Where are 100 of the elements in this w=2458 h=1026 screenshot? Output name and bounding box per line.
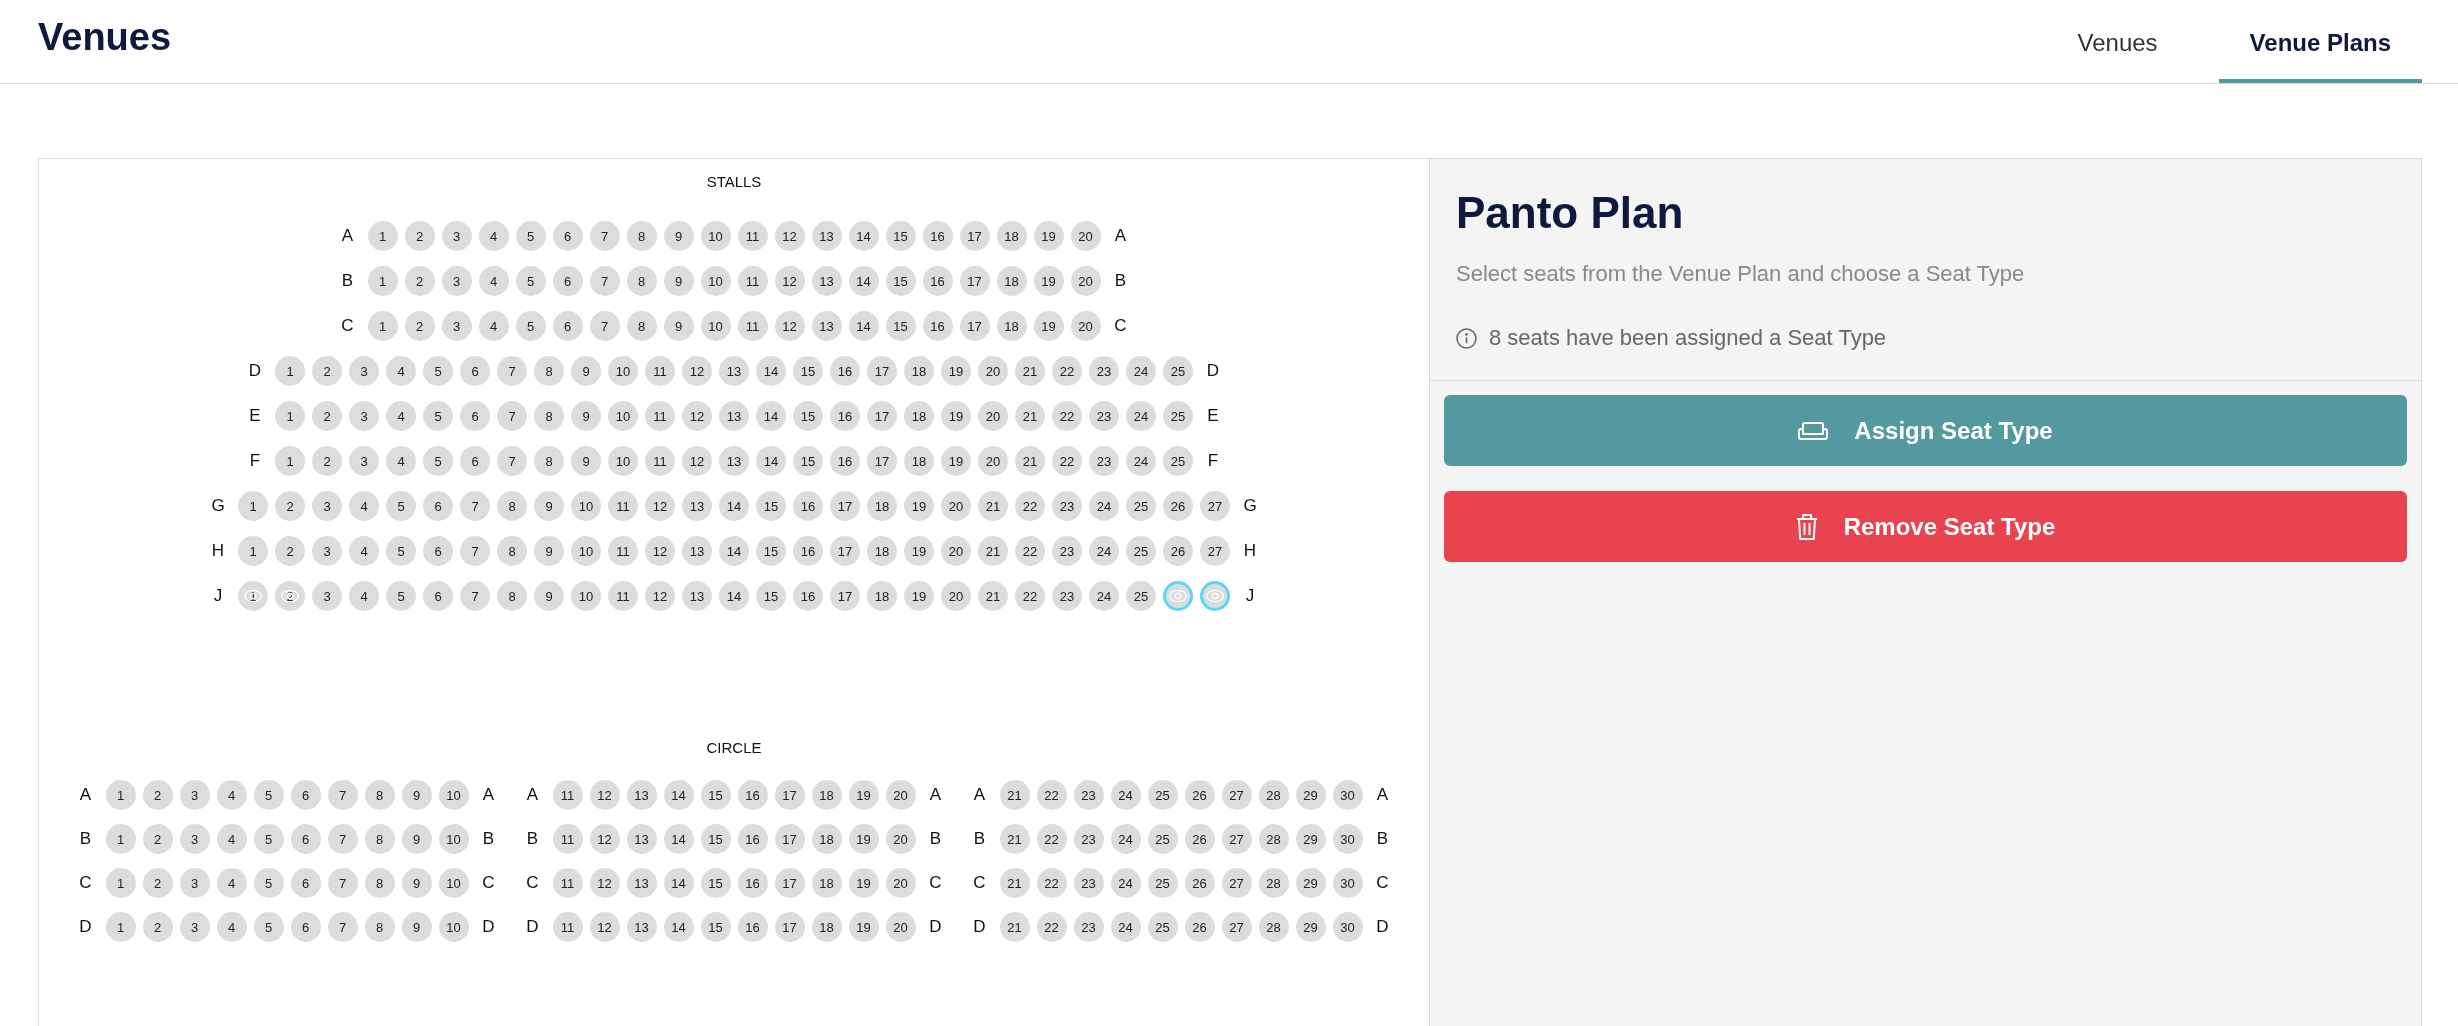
seat[interactable]: 4	[216, 912, 247, 942]
seat[interactable]: 25	[1126, 581, 1156, 611]
seat[interactable]: 29	[1295, 912, 1326, 942]
seat[interactable]: 5	[253, 912, 284, 942]
seat[interactable]: 26	[1163, 491, 1193, 521]
seat[interactable]: 22	[1036, 912, 1067, 942]
seat[interactable]: 19	[941, 446, 971, 476]
seat[interactable]: 3	[312, 536, 342, 566]
seat[interactable]: 23	[1089, 356, 1119, 386]
seat[interactable]: 1	[275, 356, 305, 386]
seat[interactable]: 16	[793, 536, 823, 566]
seat[interactable]: 23	[1052, 491, 1082, 521]
seat[interactable]: 10	[700, 266, 731, 296]
remove-seat-type-button[interactable]: Remove Seat Type	[1444, 491, 2407, 562]
seat[interactable]: 22	[1052, 401, 1082, 431]
seat[interactable]: 7	[589, 221, 620, 251]
seat[interactable]: 7	[327, 824, 358, 854]
seat[interactable]: 18	[811, 868, 842, 898]
seat[interactable]: 16	[922, 221, 953, 251]
seat[interactable]: 14	[663, 912, 694, 942]
seat[interactable]: 2	[275, 536, 305, 566]
seat[interactable]: 24	[1089, 491, 1119, 521]
seat[interactable]: 28	[1258, 824, 1289, 854]
seat[interactable]: 27	[1221, 780, 1252, 810]
seat[interactable]: 3	[349, 446, 379, 476]
seat[interactable]: 20	[941, 536, 971, 566]
seat[interactable]: 1	[105, 912, 136, 942]
seat[interactable]: 11	[737, 221, 768, 251]
seat[interactable]: 19	[848, 912, 879, 942]
seat[interactable]: 2	[312, 356, 342, 386]
seat[interactable]: 5	[253, 824, 284, 854]
seat[interactable]	[1200, 581, 1230, 611]
seat[interactable]: 4	[349, 491, 379, 521]
seat[interactable]: 18	[867, 536, 897, 566]
seat[interactable]: 26	[1163, 536, 1193, 566]
seat[interactable]: 15	[700, 868, 731, 898]
seat[interactable]: 18	[811, 912, 842, 942]
seat[interactable]: 9	[534, 536, 564, 566]
seat[interactable]: 4	[216, 868, 247, 898]
seat[interactable]: 6	[423, 491, 453, 521]
seat[interactable]: 13	[811, 311, 842, 341]
seat[interactable]: 12	[645, 581, 675, 611]
seat[interactable]: 14	[663, 868, 694, 898]
seat[interactable]: 12	[645, 536, 675, 566]
seat[interactable]: 7	[497, 356, 527, 386]
seat[interactable]: 20	[1070, 221, 1101, 251]
seat[interactable]: 7	[460, 491, 490, 521]
seat[interactable]: 24	[1110, 780, 1141, 810]
seat[interactable]: 23	[1073, 868, 1104, 898]
seat[interactable]: 1	[367, 266, 398, 296]
seat[interactable]: 24	[1126, 401, 1156, 431]
seat[interactable]: 30	[1332, 912, 1363, 942]
seat[interactable]: 9	[663, 221, 694, 251]
seat[interactable]: 17	[959, 221, 990, 251]
seat[interactable]: 7	[460, 536, 490, 566]
seat[interactable]: 9	[401, 780, 432, 810]
seat[interactable]: 27	[1200, 536, 1230, 566]
seat[interactable]: 2	[404, 311, 435, 341]
seat[interactable]: 11	[608, 581, 638, 611]
seat[interactable]: 8	[497, 581, 527, 611]
seat[interactable]: 19	[904, 581, 934, 611]
seat[interactable]: 21	[1015, 356, 1045, 386]
seat[interactable]: 19	[904, 536, 934, 566]
seat[interactable]: 25	[1163, 401, 1193, 431]
seat[interactable]: 6	[552, 221, 583, 251]
seat[interactable]: 17	[959, 266, 990, 296]
seat[interactable]: 13	[811, 266, 842, 296]
seat[interactable]: 5	[515, 266, 546, 296]
seat[interactable]: 12	[774, 266, 805, 296]
seat[interactable]: 1	[275, 446, 305, 476]
seat[interactable]: 9	[401, 912, 432, 942]
seat[interactable]: 14	[663, 780, 694, 810]
seat[interactable]: 9	[534, 581, 564, 611]
seat[interactable]: 16	[922, 266, 953, 296]
seat[interactable]: 9	[663, 266, 694, 296]
seat[interactable]: 11	[552, 912, 583, 942]
seat[interactable]: 3	[312, 581, 342, 611]
seat[interactable]: 7	[589, 311, 620, 341]
seat[interactable]: 6	[460, 446, 490, 476]
seat[interactable]: 16	[793, 581, 823, 611]
seat[interactable]: 10	[438, 780, 469, 810]
seat[interactable]: 17	[830, 491, 860, 521]
seat[interactable]: 17	[867, 446, 897, 476]
seat[interactable]: 25	[1147, 824, 1178, 854]
seat[interactable]: 22	[1036, 780, 1067, 810]
seat[interactable]: 17	[959, 311, 990, 341]
seat[interactable]: 4	[478, 221, 509, 251]
seat[interactable]: 3	[179, 868, 210, 898]
seat[interactable]: 9	[401, 824, 432, 854]
seat[interactable]: 29	[1295, 780, 1326, 810]
seat[interactable]: 5	[386, 491, 416, 521]
seat[interactable]: 20	[885, 868, 916, 898]
seat[interactable]: 1	[275, 401, 305, 431]
tab[interactable]: Venue Plans	[2218, 0, 2422, 83]
seat[interactable]: 14	[756, 401, 786, 431]
seat[interactable]: 1	[105, 780, 136, 810]
seat[interactable]: 17	[830, 581, 860, 611]
seat[interactable]: 20	[885, 824, 916, 854]
seat[interactable]: 18	[904, 446, 934, 476]
seat[interactable]: 13	[626, 824, 657, 854]
